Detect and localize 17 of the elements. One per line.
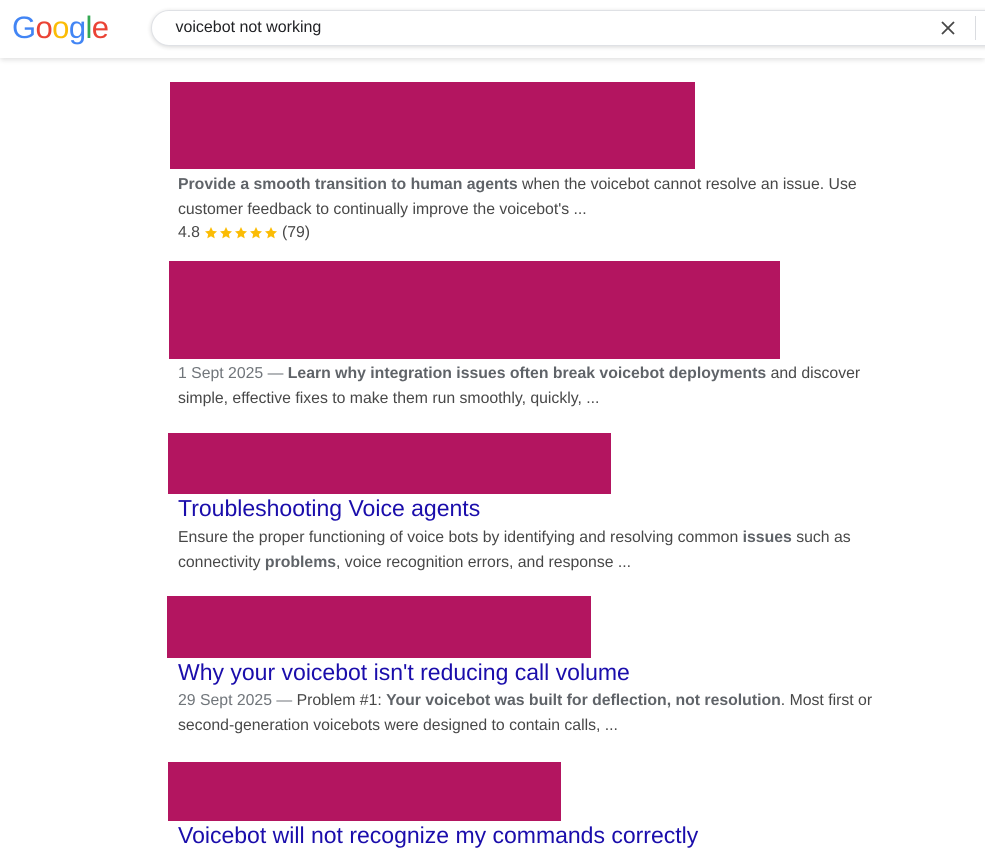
star-icon <box>204 226 218 240</box>
close-icon <box>940 20 956 36</box>
star-icon <box>218 226 233 240</box>
result-snippet: Ensure the proper functioning of voice bots by identifying and resolving common issues such as connectivity problems, voice recognition errors, and response ... <box>178 528 852 572</box>
star-icon <box>234 226 248 240</box>
result-title-link[interactable]: Voicebot will not recognize my commands correctly <box>178 821 698 849</box>
site-logo[interactable]: Google <box>12 10 108 46</box>
search-field[interactable]: voicebot not working <box>151 10 985 46</box>
result-title-link[interactable]: Why your voicebot isn't reducing call volume <box>178 658 630 686</box>
star-icon <box>264 226 278 240</box>
result-snippet: 29 Sept 2025 — Problem #1: Your voicebot was built for deflection, not resolution. Most first or second-generation voicebots were designed to contain calls, ... <box>178 691 874 736</box>
star-icon <box>248 226 263 240</box>
rating-score: 4.8 <box>178 222 200 242</box>
result-snippet: Provide a smooth transition to human agents when the voicebot cannot resolve an issue. Use customer feedback to continually improve the voicebot's ... <box>178 174 858 220</box>
result-title-link[interactable]: Troubleshooting Voice agents <box>178 494 480 522</box>
review-count: (79) <box>282 222 310 242</box>
result-snippet: 1 Sept 2025 — Learn why integration issues often break voicebot deployments and discover simple, effective fixes to make them run smoothly, quickly, ... <box>178 364 862 409</box>
